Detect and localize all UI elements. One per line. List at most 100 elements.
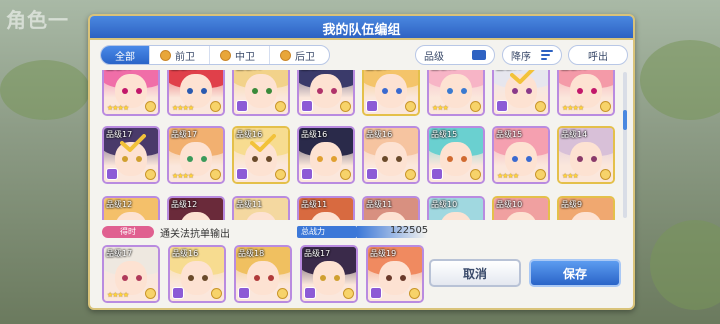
star-rating: ★★★★ bbox=[172, 172, 194, 180]
portrait-eye bbox=[386, 275, 392, 281]
star-rating: ★★★★ bbox=[107, 291, 129, 299]
character-card[interactable]: 品级10 bbox=[492, 196, 550, 220]
background-foliage bbox=[650, 220, 720, 310]
sort-order-button[interactable]: 降序 bbox=[502, 45, 562, 65]
position-filter-tabs: 全部 前卫 中卫 后卫 bbox=[100, 45, 330, 65]
portrait-face bbox=[375, 142, 407, 176]
character-card[interactable]: 品级16 bbox=[168, 245, 226, 303]
star-rating: ★★★★ bbox=[172, 104, 194, 112]
roster-scroll-thumb[interactable] bbox=[623, 110, 627, 130]
attribute-icon bbox=[366, 168, 378, 180]
portrait-eye bbox=[268, 275, 274, 281]
portrait-eye bbox=[512, 88, 518, 94]
character-card[interactable]: 品级16 bbox=[232, 126, 290, 184]
portrait-eye bbox=[396, 156, 402, 162]
rank-label: 品级11 bbox=[366, 200, 393, 209]
character-card[interactable]: 品级16 ★★★★ bbox=[557, 70, 615, 116]
character-card[interactable]: 品级15 ★★★★ bbox=[492, 126, 550, 184]
portrait-eye bbox=[526, 88, 532, 94]
rank-label: 品级16 bbox=[172, 249, 199, 258]
character-card[interactable]: 品级15 bbox=[427, 126, 485, 184]
portrait-eye bbox=[188, 275, 194, 281]
roster-scrollbar[interactable] bbox=[623, 72, 627, 218]
rank-label: 品级16 bbox=[561, 70, 587, 72]
portrait-face bbox=[245, 74, 277, 108]
tab-label: 前卫 bbox=[175, 51, 195, 63]
portrait-eye bbox=[382, 88, 388, 94]
portrait-eye bbox=[266, 88, 272, 94]
unique-equipment-icon bbox=[275, 101, 286, 112]
portrait-eye bbox=[136, 88, 142, 94]
unique-equipment-icon bbox=[600, 101, 611, 112]
character-card[interactable]: 品级11 bbox=[232, 196, 290, 220]
tab-vanguard[interactable]: 前卫 bbox=[150, 46, 210, 64]
tab-midguard[interactable]: 中卫 bbox=[210, 46, 270, 64]
grade-label: 品级 bbox=[424, 51, 444, 63]
save-button[interactable]: 保存 bbox=[529, 259, 621, 287]
character-card[interactable]: 品级18 bbox=[234, 245, 292, 303]
portrait-eye bbox=[331, 156, 337, 162]
portrait-face bbox=[379, 261, 411, 295]
character-card[interactable]: 品级9 bbox=[557, 196, 615, 220]
portrait-eye bbox=[254, 275, 260, 281]
unique-equipment-icon bbox=[470, 169, 481, 180]
character-card[interactable]: 品级16 bbox=[297, 126, 355, 184]
rank-label: 品级10 bbox=[431, 200, 458, 209]
character-card[interactable]: 品级12 bbox=[167, 196, 225, 220]
portrait-eye bbox=[317, 156, 323, 162]
unique-equipment-icon bbox=[145, 101, 156, 112]
call-out-button[interactable]: 呼出 bbox=[568, 45, 628, 65]
rank-label: 品级17 bbox=[301, 70, 327, 72]
character-card[interactable]: 品级15 ★★★ bbox=[427, 70, 485, 116]
grade-sort-button[interactable]: 品级 bbox=[415, 45, 495, 65]
tab-rearguard[interactable]: 后卫 bbox=[270, 46, 329, 64]
grade-toggle-icon bbox=[472, 50, 486, 60]
rank-label: 品级15 bbox=[431, 70, 457, 72]
rank-label: 品级11 bbox=[301, 200, 328, 209]
vanguard-icon bbox=[160, 49, 171, 61]
rank-label: 品级16 bbox=[171, 70, 197, 72]
character-card[interactable]: 品级19 bbox=[366, 245, 424, 303]
rank-label: 品级17 bbox=[171, 130, 198, 139]
character-card[interactable]: 品级16 bbox=[362, 126, 420, 184]
tab-label: 中卫 bbox=[235, 51, 255, 63]
character-card[interactable]: 品级10 bbox=[427, 196, 485, 220]
character-card[interactable]: 品级17 bbox=[297, 70, 355, 116]
character-card[interactable]: 品级14 ★★★ bbox=[557, 126, 615, 184]
background-foliage bbox=[640, 40, 720, 120]
unique-equipment-icon bbox=[405, 101, 416, 112]
character-card[interactable]: 品级10 ★★★★ bbox=[102, 70, 160, 116]
unique-equipment-icon bbox=[343, 288, 354, 299]
portrait-eye bbox=[447, 156, 453, 162]
unique-equipment-icon bbox=[340, 101, 351, 112]
rank-label: 品级17 bbox=[366, 70, 392, 72]
cancel-button[interactable]: 取消 bbox=[429, 259, 521, 287]
character-card[interactable]: 品级11 bbox=[362, 196, 420, 220]
background-foliage bbox=[0, 60, 90, 120]
portrait-face bbox=[180, 74, 212, 108]
character-card[interactable]: 品级16 bbox=[492, 70, 550, 116]
rank-label: 品级15 bbox=[431, 130, 458, 139]
selected-check-icon bbox=[250, 134, 276, 152]
rank-label: 品级19 bbox=[370, 249, 397, 258]
character-card[interactable]: 品级16 ★★★★ bbox=[167, 70, 225, 116]
character-card[interactable]: 品级17 bbox=[362, 70, 420, 116]
character-card[interactable]: 品级11 bbox=[297, 196, 355, 220]
team-tag: 得时 bbox=[102, 226, 154, 238]
unique-equipment-icon bbox=[340, 169, 351, 180]
portrait-eye bbox=[461, 156, 467, 162]
tab-all[interactable]: 全部 bbox=[101, 46, 150, 64]
rank-label: 品级14 bbox=[561, 130, 588, 139]
character-card[interactable]: 品级17 ★★★★ bbox=[167, 126, 225, 184]
portrait-eye bbox=[252, 156, 258, 162]
portrait-eye bbox=[266, 156, 272, 162]
character-card[interactable]: 品级17 bbox=[300, 245, 358, 303]
character-card[interactable]: 品级17 ★★★★ bbox=[102, 245, 160, 303]
portrait-eye bbox=[512, 156, 518, 162]
character-card[interactable]: 品级16 bbox=[232, 70, 290, 116]
star-rating: ★★★★ bbox=[562, 104, 584, 112]
character-card[interactable]: 品级17 bbox=[102, 126, 160, 184]
character-card[interactable]: 品级12 bbox=[102, 196, 160, 220]
unique-equipment-icon bbox=[535, 101, 546, 112]
total-power-label: 总战力 bbox=[297, 226, 357, 238]
